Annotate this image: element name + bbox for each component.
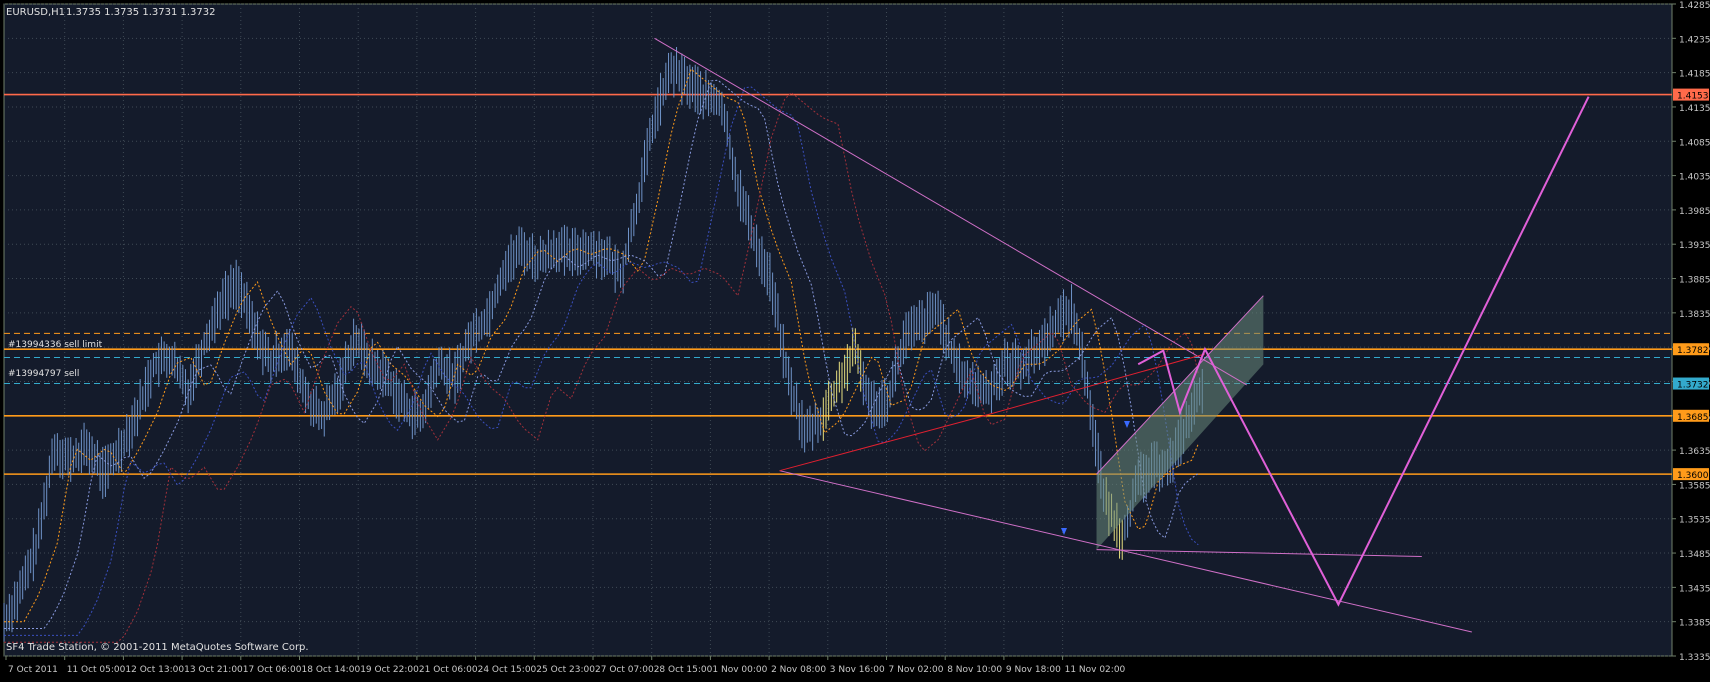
price-label-text: 1.3782 bbox=[1677, 346, 1709, 356]
x-tick-label: 2 Nov 08:00 bbox=[771, 665, 826, 675]
y-tick-label: 1.4285 bbox=[1679, 1, 1710, 11]
x-tick-label: 3 Nov 16:00 bbox=[830, 665, 885, 675]
symbol-header: EURUSD,H1 bbox=[6, 7, 65, 18]
order-label: #13994797 sell bbox=[8, 369, 79, 379]
price-label-text: 1.3732 bbox=[1677, 381, 1709, 391]
x-tick-label: 27 Oct 07:00 bbox=[595, 665, 654, 675]
y-tick-label: 1.4185 bbox=[1679, 70, 1710, 80]
x-tick-label: 12 Oct 13:00 bbox=[125, 665, 184, 675]
copyright-footer: SF4 Trade Station, © 2001-2011 MetaQuote… bbox=[6, 642, 309, 653]
x-tick-label: 7 Nov 02:00 bbox=[889, 665, 944, 675]
y-tick-label: 1.3435 bbox=[1679, 584, 1710, 594]
y-tick-label: 1.3535 bbox=[1679, 516, 1710, 526]
x-tick-label: 11 Oct 05:00 bbox=[67, 665, 126, 675]
x-tick-label: 8 Nov 10:00 bbox=[947, 665, 1002, 675]
y-tick-label: 1.3885 bbox=[1679, 276, 1710, 286]
y-tick-label: 1.3935 bbox=[1679, 241, 1710, 251]
x-tick-label: 11 Nov 02:00 bbox=[1065, 665, 1126, 675]
y-tick-label: 1.4085 bbox=[1679, 138, 1710, 148]
x-tick-label: 13 Oct 21:00 bbox=[184, 665, 243, 675]
x-tick-label: 28 Oct 15:00 bbox=[654, 665, 713, 675]
x-tick-label: 21 Oct 06:00 bbox=[419, 665, 478, 675]
y-tick-label: 1.4135 bbox=[1679, 104, 1710, 114]
x-tick-label: 25 Oct 23:00 bbox=[536, 665, 595, 675]
y-tick-label: 1.3385 bbox=[1679, 619, 1710, 629]
y-tick-label: 1.3985 bbox=[1679, 207, 1710, 217]
y-tick-label: 1.3835 bbox=[1679, 310, 1710, 320]
x-tick-label: 24 Oct 15:00 bbox=[478, 665, 537, 675]
x-tick-label: 18 Oct 14:00 bbox=[302, 665, 361, 675]
y-tick-label: 1.3585 bbox=[1679, 481, 1710, 491]
x-tick-label: 17 Oct 06:00 bbox=[243, 665, 302, 675]
ohlc-readout: 1.3735 1.3735 1.3731 1.3732 bbox=[66, 7, 216, 18]
x-tick-label: 19 Oct 22:00 bbox=[360, 665, 419, 675]
y-tick-label: 1.3335 bbox=[1679, 653, 1710, 663]
chart-window[interactable]: #13994336 sell limit #13994797 sell 1.428… bbox=[0, 0, 1710, 678]
price-label-text: 1.3685 bbox=[1677, 413, 1709, 423]
y-tick-label: 1.3635 bbox=[1679, 447, 1710, 457]
x-tick-label: 7 Oct 2011 bbox=[8, 665, 58, 675]
price-chart[interactable]: #13994336 sell limit #13994797 sell 1.428… bbox=[0, 0, 1710, 678]
y-tick-label: 1.4035 bbox=[1679, 173, 1710, 183]
x-tick-label: 9 Nov 18:00 bbox=[1006, 665, 1061, 675]
y-tick-label: 1.4235 bbox=[1679, 35, 1710, 45]
price-label-text: 1.4153 bbox=[1677, 92, 1709, 102]
y-tick-label: 1.3485 bbox=[1679, 550, 1710, 560]
order-label: #13994336 sell limit bbox=[8, 340, 103, 350]
price-label-text: 1.3600 bbox=[1677, 471, 1709, 481]
x-tick-label: 1 Nov 00:00 bbox=[712, 665, 767, 675]
